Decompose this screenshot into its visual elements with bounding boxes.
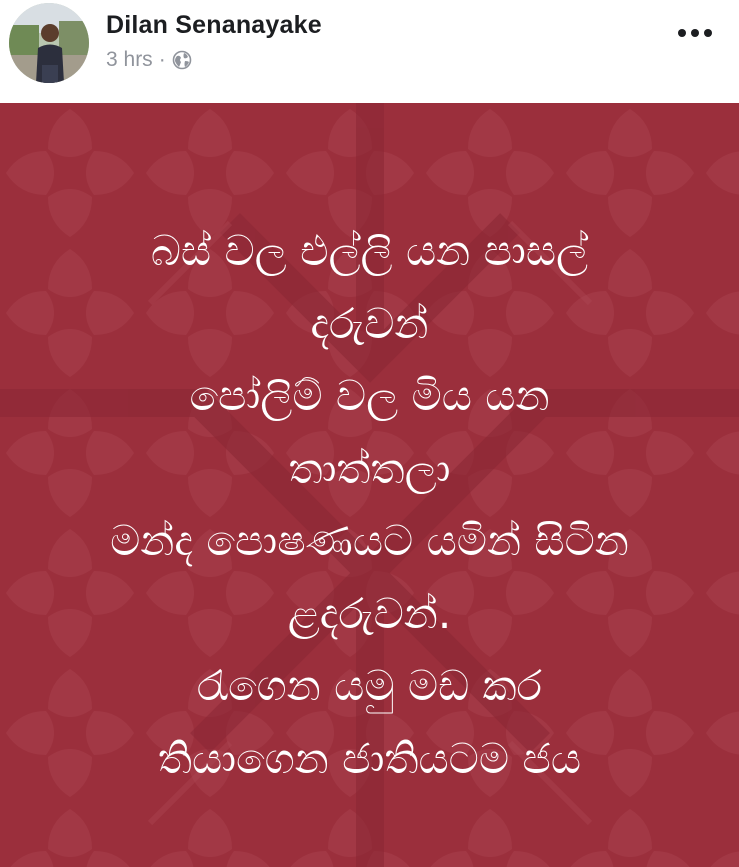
post-meta: 3 hrs ·: [106, 47, 192, 73]
post-background: බස් වල එල්ලි යන පාසල් දරුවන් පෝලිම් වල ම…: [0, 103, 739, 867]
author-name[interactable]: Dilan Senanayake: [106, 11, 322, 40]
meta-separator: ·: [158, 48, 166, 71]
post-text-line: ළදරුවන්.: [287, 588, 452, 638]
avatar-photo: [9, 3, 89, 83]
author-avatar[interactable]: [9, 3, 89, 83]
post-text-line: තාත්තලා: [288, 443, 451, 493]
post-text: බස් වල එල්ලි යන පාසල් දරුවන් පෝලිම් වල ම…: [20, 215, 719, 795]
post-text-line: රැගෙන යමු මඩ කර: [196, 661, 543, 710]
post-timestamp[interactable]: 3 hrs: [106, 48, 153, 72]
more-options-icon[interactable]: [674, 20, 716, 46]
post-text-line: පෝලිම් වල මිය යන: [189, 371, 550, 420]
globe-icon[interactable]: [172, 50, 192, 70]
post-text-line: බස් වල එල්ලි යන පාසල්: [150, 226, 589, 275]
post-text-line: තියාගෙන ජාතියටම ජය: [157, 733, 582, 783]
post-text-line: මන්ද පොෂණයට යමින් සිටින: [110, 516, 629, 565]
post-header: Dilan Senanayake 3 hrs ·: [0, 0, 739, 103]
post-text-line: දරුවන්: [310, 298, 429, 348]
